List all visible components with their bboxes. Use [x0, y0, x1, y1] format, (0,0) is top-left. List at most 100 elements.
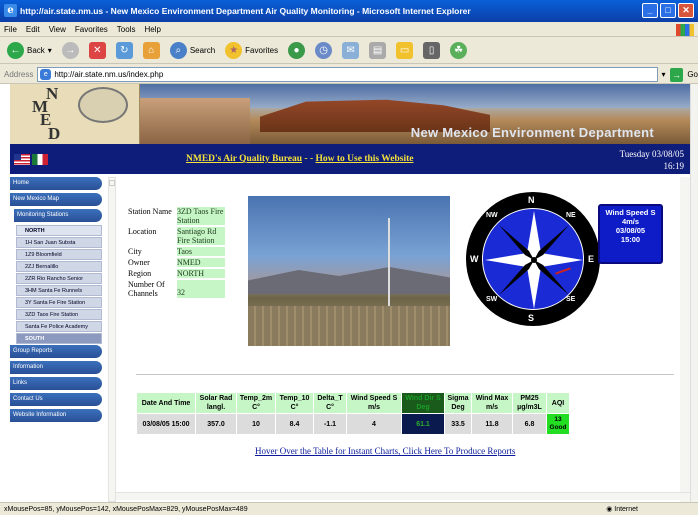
- nav-new-mexico-map[interactable]: New Mexico Map: [10, 193, 102, 206]
- mail-icon: ✉: [342, 42, 360, 59]
- menu-favorites[interactable]: Favorites: [75, 25, 108, 34]
- go-arrow-icon[interactable]: →: [669, 67, 684, 82]
- menu-view[interactable]: View: [49, 25, 66, 34]
- station-link[interactable]: 3ZD Taos Fire Station: [16, 309, 102, 320]
- minimize-button[interactable]: _: [642, 3, 658, 18]
- menu-file[interactable]: File: [4, 25, 17, 34]
- back-button[interactable]: ← Back ▾: [4, 40, 55, 62]
- inner-bottom-scrollbar[interactable]: [116, 492, 690, 500]
- station-link[interactable]: 2ZR Rio Rancho Senior: [16, 273, 102, 284]
- back-label: Back: [27, 46, 45, 55]
- cell-winddir[interactable]: 61.1: [402, 414, 444, 434]
- header-links: NMED's Air Quality Bureau - - How to Use…: [186, 154, 414, 164]
- station-link[interactable]: 3Y Santa Fe Fire Station: [16, 297, 102, 308]
- stop-button[interactable]: ✕: [86, 40, 109, 62]
- reports-link[interactable]: Hover Over the Table for Instant Charts,…: [255, 446, 515, 456]
- nav-information[interactable]: Information: [10, 361, 102, 374]
- mexico-flag-icon[interactable]: [32, 154, 48, 165]
- col-sigma[interactable]: Sigma Deg: [445, 393, 471, 413]
- station-label: Station Name: [128, 207, 172, 216]
- col-winddir[interactable]: Wind Dir S Deg: [402, 393, 444, 413]
- col-solar[interactable]: Solar Rad langl.: [196, 393, 236, 413]
- go-label[interactable]: Go: [687, 70, 698, 79]
- nav-home[interactable]: Home: [10, 177, 102, 190]
- col-temp10[interactable]: Temp_10 C°: [276, 393, 313, 413]
- dropdown-icon[interactable]: ▾: [48, 46, 52, 55]
- nav-monitoring-stations[interactable]: Monitoring Stations: [14, 209, 102, 222]
- cell-windmax[interactable]: 11.8: [472, 414, 512, 434]
- forward-arrow-icon: →: [61, 42, 79, 59]
- wind-speed-box[interactable]: Wind Speed S 4m/s 03/08/05 15:00: [598, 204, 663, 264]
- folder-button[interactable]: ▭: [393, 40, 416, 62]
- maximize-button[interactable]: □: [660, 3, 676, 18]
- station-row: Owner NMED: [128, 258, 238, 267]
- favorites-button[interactable]: ★ Favorites: [222, 40, 281, 62]
- back-arrow-icon: ←: [7, 42, 24, 59]
- close-button[interactable]: ✕: [678, 3, 694, 18]
- col-deltat[interactable]: Delta_T C°: [314, 393, 346, 413]
- address-dropdown-icon[interactable]: ▾: [662, 70, 666, 79]
- edit-button[interactable]: ▯: [420, 40, 443, 62]
- wind-box-date: 03/08/05: [615, 226, 646, 235]
- menu-help[interactable]: Help: [144, 25, 160, 34]
- cell-deltat[interactable]: -1.1: [314, 414, 346, 434]
- nmed-banner: N M E D New Mexico Environment Departmen…: [10, 84, 690, 144]
- col-date[interactable]: Date And Time: [137, 393, 195, 413]
- station-row: Number Of Channels 32: [128, 280, 238, 298]
- flags: [14, 154, 48, 165]
- address-input[interactable]: e http://air.state.nm.us/index.php: [37, 67, 658, 82]
- cell-solar[interactable]: 357.0: [196, 414, 236, 434]
- history-button[interactable]: ◷: [312, 40, 335, 62]
- col-aqi[interactable]: AQI: [547, 393, 569, 413]
- how-to-use-link[interactable]: How to Use this Website: [316, 154, 414, 164]
- nav-links[interactable]: Links: [10, 377, 102, 390]
- cell-date[interactable]: 03/08/05 15:00: [137, 414, 195, 434]
- header-time: 16:19: [663, 161, 684, 171]
- nav-group-reports[interactable]: Group Reports: [10, 345, 102, 358]
- media-button[interactable]: ●: [285, 40, 308, 62]
- station-link[interactable]: 3HM Santa Fe Runnels: [16, 285, 102, 296]
- col-pm25[interactable]: PM25 µg/m3L: [513, 393, 546, 413]
- print-button[interactable]: ▤: [366, 40, 389, 62]
- cell-aqi[interactable]: 13 Good: [547, 414, 569, 434]
- menu-edit[interactable]: Edit: [26, 25, 40, 34]
- nav-region-south[interactable]: SOUTH: [16, 333, 102, 344]
- cell-temp2m[interactable]: 10: [237, 414, 275, 434]
- station-row: City Taos: [128, 247, 238, 256]
- compass-se: SE: [566, 296, 576, 303]
- col-windmax[interactable]: Wind Max m/s: [472, 393, 512, 413]
- forward-button[interactable]: →: [59, 40, 82, 62]
- mail-button[interactable]: ✉: [339, 40, 362, 62]
- messenger-button[interactable]: ☘: [447, 40, 470, 62]
- nav-website-information[interactable]: Website Information: [10, 409, 102, 422]
- cell-pm25[interactable]: 6.8: [513, 414, 546, 434]
- cell-windspeed[interactable]: 4: [347, 414, 401, 434]
- station-label: Number Of Channels: [128, 280, 165, 298]
- print-icon: ▤: [369, 42, 387, 59]
- home-button[interactable]: ⌂: [140, 40, 163, 62]
- readings-table[interactable]: Date And Time Solar Rad langl. Temp_2m C…: [136, 392, 570, 435]
- address-bar: Address e http://air.state.nm.us/index.p…: [0, 66, 698, 84]
- content-scrollbar[interactable]: [108, 177, 116, 502]
- scroll-up-icon[interactable]: [109, 180, 115, 186]
- cell-sigma[interactable]: 33.5: [445, 414, 471, 434]
- station-link[interactable]: 1H San Juan Substa: [16, 237, 102, 248]
- station-value: 3ZD Taos Fire Station: [177, 207, 225, 225]
- cell-temp10[interactable]: 8.4: [276, 414, 313, 434]
- refresh-button[interactable]: ↻: [113, 40, 136, 62]
- station-link[interactable]: 1Z9 Bloomfield: [16, 249, 102, 260]
- air-quality-bureau-link[interactable]: NMED's Air Quality Bureau: [186, 154, 302, 164]
- station-link[interactable]: Santa Fe Police Academy: [16, 321, 102, 332]
- col-temp2m[interactable]: Temp_2m C°: [237, 393, 275, 413]
- windows-logo-icon: [676, 24, 694, 36]
- station-link[interactable]: 2ZJ Bernalillo: [16, 261, 102, 272]
- col-windspeed[interactable]: Wind Speed S m/s: [347, 393, 401, 413]
- menu-tools[interactable]: Tools: [117, 25, 136, 34]
- window-scrollbar[interactable]: [690, 84, 698, 502]
- search-button[interactable]: ⌕ Search: [167, 40, 218, 62]
- nav-region-north[interactable]: NORTH: [16, 225, 102, 236]
- nmed-logo[interactable]: N M E D: [10, 84, 140, 144]
- station-row: Region NORTH: [128, 269, 238, 278]
- inner-right-scrollbar[interactable]: [680, 177, 690, 502]
- nav-contact-us[interactable]: Contact Us: [10, 393, 102, 406]
